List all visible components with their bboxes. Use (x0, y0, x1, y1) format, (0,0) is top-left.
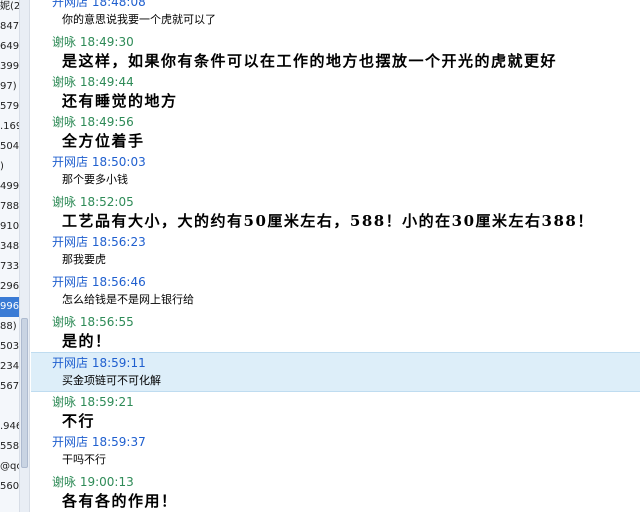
message-sender[interactable]: 谢咏 (52, 475, 76, 489)
contact-list-item[interactable]: .946 (0, 417, 19, 437)
contact-list-item[interactable]: 649) (0, 37, 19, 57)
contact-list-item[interactable]: 847) (0, 17, 19, 37)
contact-list-item[interactable]: 7331 (0, 257, 19, 277)
chat-scrollbar[interactable] (19, 0, 30, 512)
chat-message: 开网店 18:56:46 怎么给钱是不是网上银行给 (31, 272, 640, 312)
contact-list-item[interactable] (0, 397, 19, 417)
message-text: 那我要虎 (62, 253, 106, 266)
contact-list-item[interactable]: 2340 (0, 357, 19, 377)
contact-list-item[interactable]: 9104 (0, 217, 19, 237)
message-sender[interactable]: 谢咏 (52, 195, 76, 209)
message-header: 谢咏 18:49:56 (52, 113, 134, 130)
message-time: 18:56:55 (79, 315, 134, 329)
message-header: 谢咏 18:49:30 (52, 33, 134, 50)
message-time: 18:48:08 (91, 0, 146, 9)
contact-list-item[interactable]: 5671 (0, 377, 19, 397)
message-header: 开网店 18:56:46 (52, 273, 146, 290)
contact-list-item[interactable]: 5030 (0, 337, 19, 357)
chat-message: 谢咏 18:59:21 不行 (31, 392, 640, 432)
message-time: 19:00:13 (79, 475, 134, 489)
contact-list: 妮(2847)649)39997)5798.169504))4996788091… (0, 0, 19, 512)
message-text: 干吗不行 (62, 453, 106, 466)
message-time: 18:56:23 (91, 235, 146, 249)
contact-list-item[interactable]: 88) (0, 317, 19, 337)
contact-list-item[interactable]: 504) (0, 137, 19, 157)
message-time: 18:50:03 (91, 155, 146, 169)
message-header: 谢咏 18:56:55 (52, 313, 134, 330)
chat-message: 开网店 18:50:03 那个要多小钱 (31, 152, 640, 192)
contact-list-item[interactable]: 296) (0, 277, 19, 297)
contact-list-item[interactable]: 4996 (0, 177, 19, 197)
chat-message: 谢咏 18:49:56 全方位着手 (31, 112, 640, 152)
message-time: 18:49:56 (79, 115, 134, 129)
message-text: 全方位着手 (62, 132, 145, 150)
message-time: 18:59:37 (91, 435, 146, 449)
message-text: 各有各的作用！ (62, 492, 178, 510)
message-header: 开网店 18:59:11 (52, 354, 146, 371)
contact-list-item[interactable]: @qc (0, 457, 19, 477)
chat-message: 谢咏 19:00:13 各有各的作用！ (31, 472, 640, 512)
message-time: 18:49:30 (79, 35, 134, 49)
message-time: 18:49:44 (79, 75, 134, 89)
message-header: 谢咏 18:49:44 (52, 73, 134, 90)
chat-message: 开网店 18:56:23 那我要虎 (31, 232, 640, 272)
message-text: 不行 (62, 412, 96, 430)
contact-list-item[interactable]: 399 (0, 57, 19, 77)
contact-list-item[interactable]: 5798 (0, 97, 19, 117)
message-sender[interactable]: 谢咏 (52, 115, 76, 129)
message-header: 开网店 18:59:37 (52, 433, 146, 450)
message-text: 买金项链可不可化解 (62, 374, 161, 387)
message-sender[interactable]: 开网店 (52, 235, 88, 249)
message-sender[interactable]: 开网店 (52, 435, 88, 449)
chat-message: 谢咏 18:49:30 是这样，如果你有条件可以在工作的地方也摆放一个开光的虎就更… (31, 32, 640, 72)
message-header: 开网店 18:56:23 (52, 233, 146, 250)
message-text: 是的！ (62, 332, 112, 350)
message-header: 谢咏 19:00:13 (52, 473, 134, 490)
contact-list-item[interactable]: 5583 (0, 437, 19, 457)
message-sender[interactable]: 开网店 (52, 0, 88, 9)
message-time: 18:59:11 (91, 356, 146, 370)
message-text: 工艺品有大小，大的约有50厘米左右，588！小的在30厘米左右388！ (62, 212, 594, 230)
chat-message: 谢咏 18:56:55 是的！ (31, 312, 640, 352)
message-text: 是这样，如果你有条件可以在工作的地方也摆放一个开光的虎就更好 (62, 52, 558, 70)
message-text: 怎么给钱是不是网上银行给 (62, 293, 194, 306)
contact-list-item[interactable]: 7880 (0, 197, 19, 217)
message-time: 18:59:21 (79, 395, 134, 409)
message-text: 你的意思说我要一个虎就可以了 (62, 13, 216, 26)
message-sender[interactable]: 谢咏 (52, 395, 76, 409)
chat-message: 开网店 18:59:37 干吗不行 (31, 432, 640, 472)
chat-message: 谢咏 18:52:05 工艺品有大小，大的约有50厘米左右，588！小的在30厘米… (31, 192, 640, 232)
contact-list-item[interactable]: 560) (0, 477, 19, 497)
message-time: 18:52:05 (79, 195, 134, 209)
contact-list-item[interactable]: 妮(2 (0, 0, 19, 17)
message-header: 谢咏 18:52:05 (52, 193, 134, 210)
contact-list-item[interactable]: 996 (0, 297, 19, 317)
message-sender[interactable]: 谢咏 (52, 75, 76, 89)
chat-history: 开网店 18:48:08 你的意思说我要一个虎就可以了谢咏 18:49:30 是这样… (31, 0, 640, 512)
message-sender[interactable]: 开网店 (52, 275, 88, 289)
chat-message: 开网店 18:59:11 买金项链可不可化解 (31, 352, 640, 392)
contact-list-item[interactable]: .169 (0, 117, 19, 137)
message-sender[interactable]: 谢咏 (52, 35, 76, 49)
contact-list-item[interactable]: 97) (0, 77, 19, 97)
contact-list-item[interactable]: 3487 (0, 237, 19, 257)
chat-window: 妮(2847)649)39997)5798.169504))4996788091… (0, 0, 640, 512)
message-header: 开网店 18:50:03 (52, 153, 146, 170)
contact-list-item[interactable]: ) (0, 157, 19, 177)
message-text: 还有睡觉的地方 (62, 92, 178, 110)
message-sender[interactable]: 开网店 (52, 155, 88, 169)
message-header: 开网店 18:48:08 (52, 0, 146, 10)
message-sender[interactable]: 开网店 (52, 356, 88, 370)
chat-message: 开网店 18:48:08 你的意思说我要一个虎就可以了 (31, 0, 640, 32)
message-time: 18:56:46 (91, 275, 146, 289)
scrollbar-thumb[interactable] (21, 318, 28, 468)
message-sender[interactable]: 谢咏 (52, 315, 76, 329)
chat-message: 谢咏 18:49:44 还有睡觉的地方 (31, 72, 640, 112)
message-text: 那个要多小钱 (62, 173, 128, 186)
message-header: 谢咏 18:59:21 (52, 393, 134, 410)
